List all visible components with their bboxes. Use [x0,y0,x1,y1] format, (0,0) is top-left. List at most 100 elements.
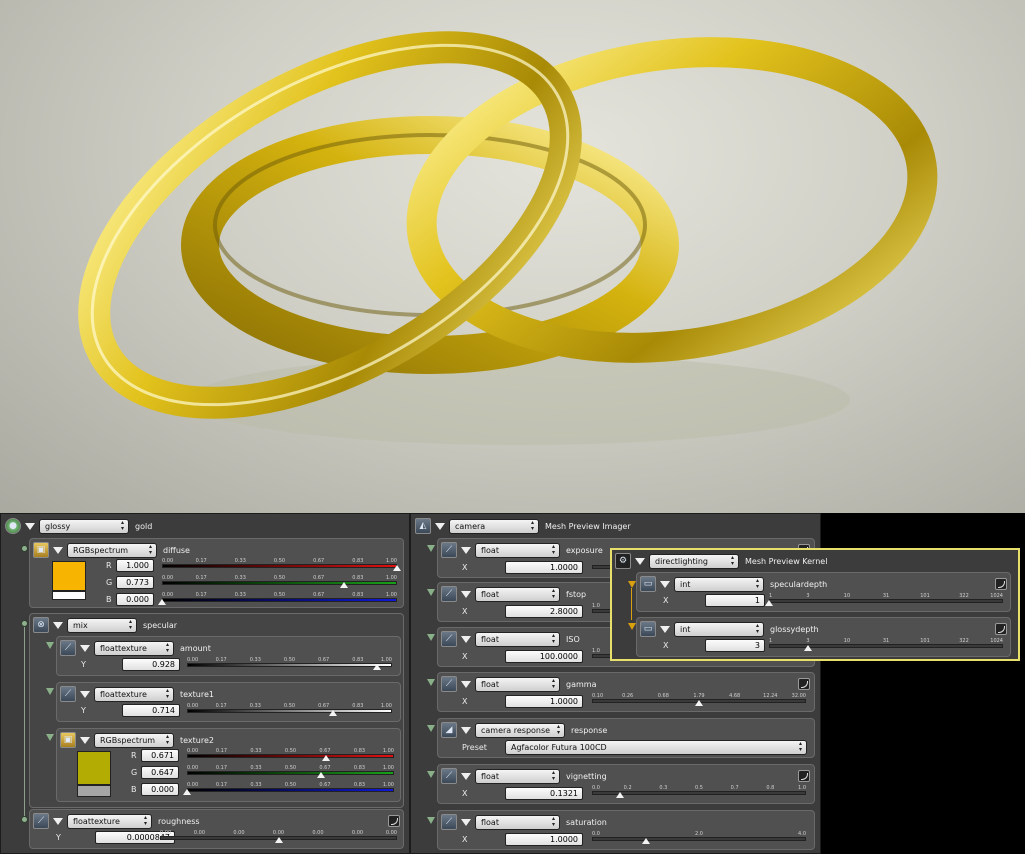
slider-knob[interactable] [158,599,166,605]
float-icon[interactable]: ⟋ [441,814,457,830]
curve-edit-icon[interactable] [995,578,1007,590]
response-type-select[interactable]: camera response [475,722,565,738]
slider-knob[interactable] [765,600,773,606]
slider-track[interactable] [187,663,392,667]
gamma-slider[interactable]: 0.10 0.26 0.68 1.79 4.68 12.24 32.00 [592,693,806,706]
collapse-arrow-icon[interactable] [53,621,63,629]
collapse-arrow-icon[interactable] [461,818,471,826]
material-type-select[interactable]: glossy [39,518,129,534]
collapse-arrow-icon[interactable] [635,557,645,565]
slider-track[interactable] [162,581,397,585]
int-icon[interactable]: ▭ [640,621,656,637]
fstop-type-select[interactable]: float [475,586,560,602]
texture2-type-select[interactable]: RGBspectrum [94,732,174,748]
slider-knob[interactable] [339,582,348,588]
channel-slider[interactable]: 0.00 0.17 0.33 0.50 0.67 0.83 1.00 [158,592,397,605]
float-icon[interactable]: ⟋ [441,768,457,784]
iso-value-field[interactable]: 100.0000 [505,650,583,663]
kernel-type-select[interactable]: directlighting [649,553,739,569]
speculardepth-value-field[interactable]: 1 [705,594,765,607]
collapse-arrow-icon[interactable] [461,590,471,598]
slider-knob[interactable] [803,645,812,651]
diffuse-color-swatch[interactable] [52,561,86,591]
preset-select[interactable]: Agfacolor Futura 100CD [505,740,807,755]
slider-knob[interactable] [316,772,325,778]
channel-value-field[interactable]: 0.671 [141,749,179,762]
folder-texture-icon[interactable]: ▣ [33,542,49,558]
channel-slider[interactable]: 0.00 0.17 0.33 0.50 0.67 0.83 1.00 [162,558,401,571]
slider-track[interactable] [187,771,394,775]
iso-type-select[interactable]: float [475,631,560,647]
folder-texture-icon[interactable]: ▣ [60,732,76,748]
roughness-slider[interactable]: 0.00 0.00 0.00 0.00 0.00 0.00 0.00 [160,830,397,843]
float-texture-icon[interactable]: ⟋ [60,686,76,702]
texture1-value-field[interactable]: 0.714 [122,704,180,717]
slider-knob[interactable] [321,755,330,761]
slider-knob[interactable] [274,837,283,843]
slider-track[interactable] [187,788,394,792]
slider-track[interactable] [592,837,806,841]
slider-track[interactable] [592,791,806,795]
collapse-arrow-icon[interactable] [80,736,90,744]
gamma-value-field[interactable]: 1.0000 [505,695,583,708]
collapse-arrow-icon[interactable] [461,635,471,643]
collapse-arrow-icon[interactable] [80,690,90,698]
collapse-arrow-icon[interactable] [461,546,471,554]
float-icon[interactable]: ⟋ [441,676,457,692]
int-icon[interactable]: ▭ [640,576,656,592]
collapse-arrow-icon[interactable] [435,522,445,530]
channel-slider[interactable]: 0.00 0.17 0.33 0.50 0.67 0.83 1.00 [187,748,394,761]
roughness-type-select[interactable]: floattexture [67,813,152,829]
diffuse-type-select[interactable]: RGBspectrum [67,542,157,558]
slider-knob[interactable] [373,664,382,670]
saturation-type-select[interactable]: float [475,814,560,830]
float-icon[interactable]: ⟋ [441,542,457,558]
float-icon[interactable]: ⟋ [441,631,457,647]
slider-track[interactable] [187,754,394,758]
slider-knob[interactable] [615,792,624,798]
curve-edit-icon[interactable] [798,770,810,782]
slider-track[interactable] [769,599,1003,603]
collapse-arrow-icon[interactable] [53,817,63,825]
amount-type-select[interactable]: floattexture [94,640,174,656]
channel-value-field[interactable]: 1.000 [116,559,154,572]
slider-track[interactable] [162,598,397,602]
fstop-value-field[interactable]: 2.8000 [505,605,583,618]
camera-type-select[interactable]: camera [449,518,539,534]
texture1-slider[interactable]: 0.00 0.17 0.33 0.50 0.67 0.83 1.00 [187,703,392,716]
channel-slider[interactable]: 0.00 0.17 0.33 0.50 0.67 0.83 1.00 [183,782,394,795]
camera-icon[interactable]: ◭ [415,518,431,534]
channel-slider[interactable]: 0.00 0.17 0.33 0.50 0.67 0.83 1.00 [187,765,394,778]
slider-knob[interactable] [393,565,401,571]
saturation-slider[interactable]: 0.0 2.0 4.0 [592,831,806,844]
exposure-value-field[interactable]: 1.0000 [505,561,583,574]
curve-edit-icon[interactable] [388,815,400,827]
collapse-arrow-icon[interactable] [25,522,35,530]
float-texture-icon[interactable]: ⟋ [60,640,76,656]
vignetting-type-select[interactable]: float [475,768,560,784]
saturation-value-field[interactable]: 1.0000 [505,833,583,846]
channel-value-field[interactable]: 0.000 [116,593,154,606]
glossydepth-value-field[interactable]: 3 [705,639,765,652]
amount-slider[interactable]: 0.00 0.17 0.33 0.50 0.67 0.83 1.00 [187,657,392,670]
response-icon[interactable]: ◢ [441,722,457,738]
slider-track[interactable] [162,564,397,568]
amount-value-field[interactable]: 0.928 [122,658,180,671]
slider-knob[interactable] [329,710,338,716]
curve-edit-icon[interactable] [798,678,810,690]
collapse-arrow-icon[interactable] [80,644,90,652]
material-sphere-icon[interactable]: ● [5,518,21,534]
slider-knob[interactable] [641,838,650,844]
channel-value-field[interactable]: 0.773 [116,576,154,589]
glossydepth-slider[interactable]: 1 3 10 31 101 322 1024 [769,638,1003,651]
texture1-type-select[interactable]: floattexture [94,686,174,702]
slider-knob[interactable] [183,789,191,795]
channel-value-field[interactable]: 0.647 [141,766,179,779]
texture2-color-swatch[interactable] [77,751,111,785]
exposure-type-select[interactable]: float [475,542,560,558]
collapse-arrow-icon[interactable] [461,772,471,780]
channel-slider[interactable]: 0.00 0.17 0.33 0.50 0.67 0.83 1.00 [162,575,397,588]
channel-value-field[interactable]: 0.000 [141,783,179,796]
vignetting-slider[interactable]: 0.0 0.2 0.3 0.5 0.7 0.8 1.0 [592,785,806,798]
float-texture-icon[interactable]: ⟋ [33,813,49,829]
